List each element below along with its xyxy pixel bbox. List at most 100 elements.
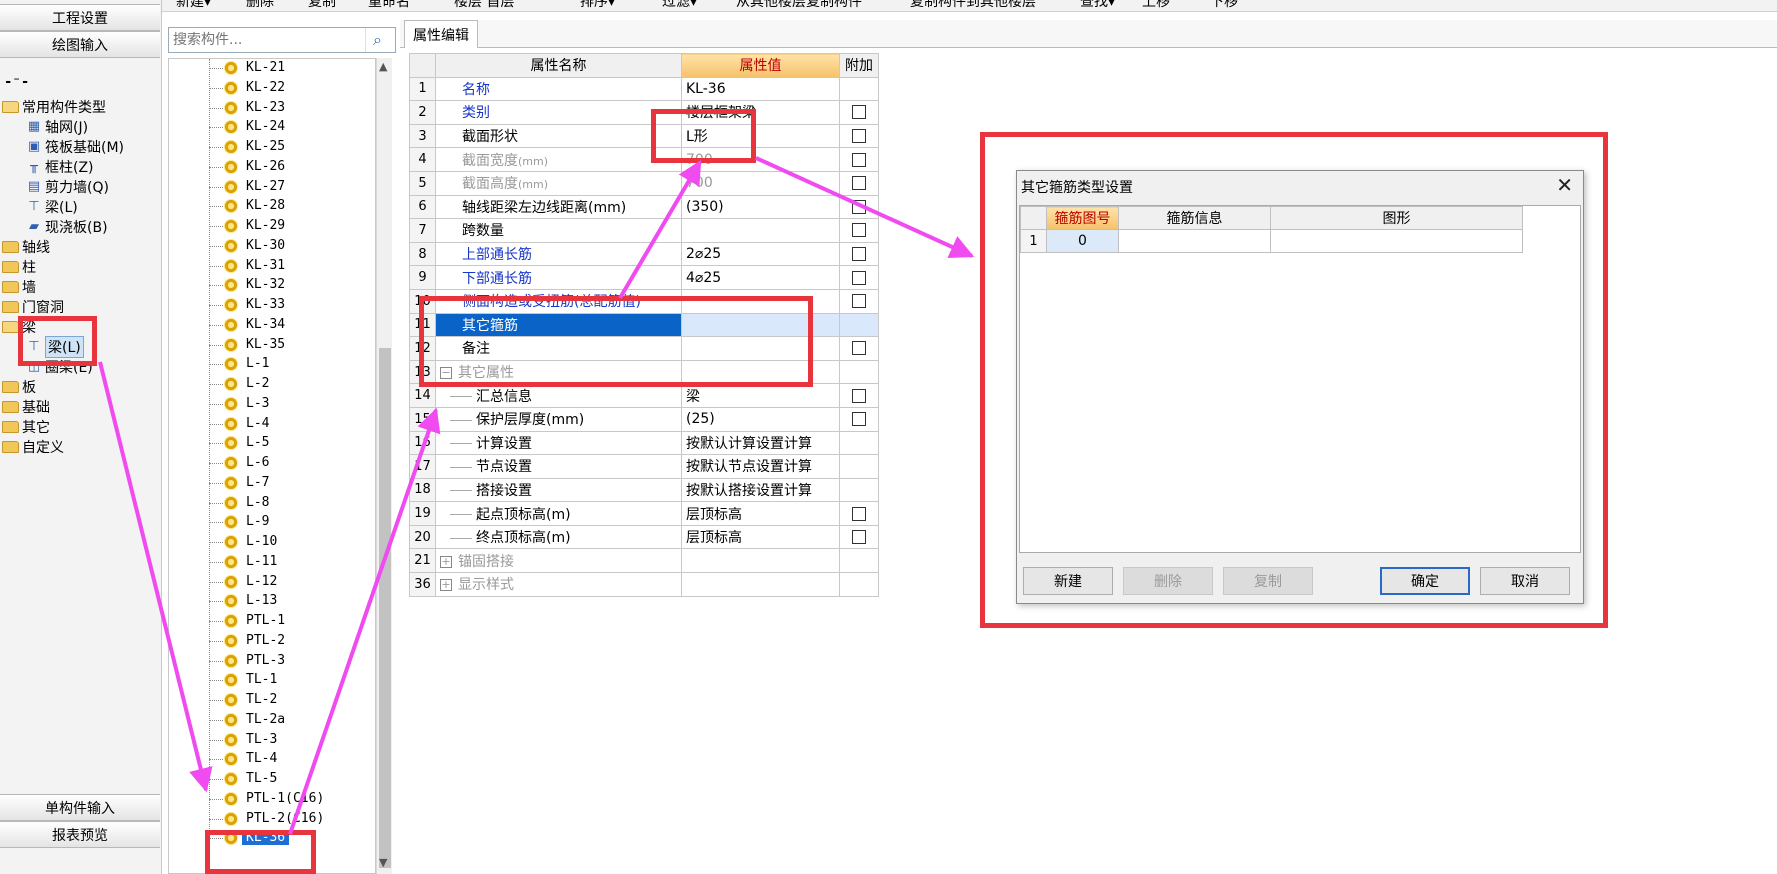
property-row[interactable]: 11 其它箍筋 bbox=[409, 312, 879, 338]
stirrup-row[interactable]: 1 0 bbox=[1020, 229, 1523, 253]
property-value-cell[interactable] bbox=[681, 336, 840, 361]
property-row[interactable]: 21 + 锚固搭接 bbox=[409, 548, 879, 574]
property-name-cell[interactable]: − 其它属性 bbox=[435, 359, 682, 385]
tree-folder[interactable]: 常用构件类型 bbox=[2, 97, 106, 117]
extra-checkbox[interactable] bbox=[852, 176, 866, 191]
component-item[interactable]: KL-33 bbox=[169, 296, 375, 315]
property-value-cell[interactable]: 2⌀25 bbox=[681, 241, 840, 267]
property-row[interactable]: 8 上部通长筋 2⌀25 bbox=[409, 241, 879, 267]
property-row[interactable]: 7 跨数量 bbox=[409, 218, 879, 243]
property-value-cell[interactable]: 按默认节点设置计算 bbox=[681, 454, 840, 479]
search-icon[interactable]: ⌕ bbox=[365, 28, 389, 52]
property-name-cell[interactable]: + 锚固搭接 bbox=[435, 548, 682, 574]
property-value-cell[interactable]: 层顶标高 bbox=[681, 524, 840, 550]
single-component-input-button[interactable]: 单构件输入 bbox=[0, 794, 160, 821]
property-value-cell[interactable]: 700 bbox=[681, 170, 840, 196]
toolbar-item[interactable]: 过滤▾ bbox=[662, 0, 697, 11]
component-item[interactable]: KL-34 bbox=[169, 316, 375, 335]
tab-property-edit[interactable]: 属性编辑 bbox=[404, 20, 478, 48]
component-item[interactable]: TL-3 bbox=[169, 731, 375, 750]
extra-checkbox[interactable] bbox=[852, 199, 866, 214]
component-item[interactable]: L-11 bbox=[169, 553, 375, 572]
report-preview-button[interactable]: 报表预览 bbox=[0, 821, 160, 848]
component-item[interactable]: L-12 bbox=[169, 573, 375, 592]
project-settings-button[interactable]: 工程设置 bbox=[0, 4, 160, 31]
component-item[interactable]: L-10 bbox=[169, 533, 375, 552]
property-name-cell[interactable]: + 显示样式 bbox=[435, 572, 682, 597]
property-name-cell[interactable]: 保护层厚度(mm) bbox=[435, 406, 682, 432]
component-item[interactable]: TL-1 bbox=[169, 671, 375, 690]
component-item[interactable]: KL-32 bbox=[169, 276, 375, 295]
toolbar-item[interactable]: 上移 bbox=[1142, 0, 1170, 11]
property-name-cell[interactable]: 计算设置 bbox=[435, 430, 682, 456]
component-item[interactable]: KL-31 bbox=[169, 257, 375, 276]
property-row[interactable]: 20 终点顶标高(m) 层顶标高 bbox=[409, 524, 879, 550]
property-value-cell[interactable]: L形 bbox=[681, 123, 840, 149]
property-name-cell[interactable]: 上部通长筋 bbox=[435, 241, 682, 267]
property-row[interactable]: 1 名称 KL-36 bbox=[409, 76, 879, 102]
component-item[interactable]: TL-2a bbox=[169, 711, 375, 730]
property-value-cell[interactable] bbox=[681, 288, 840, 314]
component-item[interactable]: L-1 bbox=[169, 355, 375, 374]
component-item[interactable]: PTL-2(C16) bbox=[169, 810, 375, 829]
component-item[interactable]: KL-26 bbox=[169, 158, 375, 177]
property-name-cell[interactable]: 名称 bbox=[435, 76, 682, 102]
component-item[interactable]: L-9 bbox=[169, 513, 375, 532]
component-item[interactable]: TL-2 bbox=[169, 691, 375, 710]
property-value-cell[interactable] bbox=[681, 218, 840, 243]
tree-leaf[interactable]: ⊤ 梁(L) bbox=[26, 197, 77, 217]
component-item[interactable]: TL-4 bbox=[169, 750, 375, 769]
toolbar-item[interactable]: 重命名 bbox=[368, 0, 410, 11]
property-name-cell[interactable]: 类别 bbox=[435, 100, 682, 125]
tree-folder[interactable]: 基础 bbox=[2, 397, 50, 417]
tree-leaf[interactable]: ▤ 剪力墙(Q) bbox=[26, 177, 109, 197]
tree-folder[interactable]: 其它 bbox=[2, 417, 50, 437]
property-row[interactable]: 3 截面形状 L形 bbox=[409, 123, 879, 149]
toolbar-item[interactable]: 楼层 首层 bbox=[454, 0, 514, 11]
tree-leaf[interactable]: ◫ 圈梁(E) bbox=[26, 357, 93, 377]
extra-checkbox[interactable] bbox=[852, 506, 866, 521]
property-row[interactable]: 6 轴线距梁左边线距离(mm) (350) bbox=[409, 194, 879, 220]
extra-checkbox[interactable] bbox=[852, 270, 866, 285]
property-row[interactable]: 12 备注 bbox=[409, 336, 879, 361]
property-value-cell[interactable]: 楼层框架梁 bbox=[681, 100, 840, 125]
property-row[interactable]: 36 + 显示样式 bbox=[409, 572, 879, 597]
property-value-cell[interactable] bbox=[681, 572, 840, 597]
extra-checkbox[interactable] bbox=[852, 294, 866, 309]
tree-leaf[interactable]: ╥ 框柱(Z) bbox=[26, 157, 93, 177]
property-name-cell[interactable]: 汇总信息 bbox=[435, 383, 682, 408]
property-row[interactable]: 5 截面高度(mm) 700 bbox=[409, 170, 879, 196]
property-value-cell[interactable]: 按默认搭接设置计算 bbox=[681, 477, 840, 503]
component-item[interactable]: L-5 bbox=[169, 434, 375, 453]
extra-checkbox[interactable] bbox=[852, 412, 866, 427]
toolbar-item[interactable]: 排序▾ bbox=[580, 0, 615, 11]
property-row[interactable]: 10 侧面构造或受扭筋(总配筋值) bbox=[409, 288, 879, 314]
extra-checkbox[interactable] bbox=[852, 129, 866, 144]
property-row[interactable]: 17 节点设置 按默认节点设置计算 bbox=[409, 454, 879, 479]
extra-checkbox[interactable] bbox=[852, 388, 866, 403]
toolbar-item[interactable]: 从其他楼层复制构件 bbox=[736, 0, 862, 11]
toolbar-item[interactable]: 复制 bbox=[308, 0, 336, 11]
property-name-cell[interactable]: 截面高度(mm) bbox=[435, 170, 682, 196]
tree-leaf[interactable]: ⊤ 梁(L) bbox=[26, 336, 84, 358]
stirrup-shape-cell[interactable] bbox=[1270, 229, 1523, 253]
component-item[interactable]: KL-21 bbox=[169, 59, 375, 78]
property-value-cell[interactable]: (25) bbox=[681, 406, 840, 432]
component-item[interactable]: L-3 bbox=[169, 395, 375, 414]
property-value-cell[interactable]: 700 bbox=[681, 147, 840, 172]
toolbar-item[interactable]: 查找▾ bbox=[1080, 0, 1115, 11]
component-item[interactable]: L-2 bbox=[169, 375, 375, 394]
tree-leaf[interactable]: ▦ 轴网(J) bbox=[26, 117, 88, 137]
component-item[interactable]: PTL-1 bbox=[169, 612, 375, 631]
expand-icon[interactable]: + bbox=[440, 555, 452, 568]
search-input[interactable] bbox=[169, 29, 365, 51]
property-name-cell[interactable]: 轴线距梁左边线距离(mm) bbox=[435, 194, 682, 220]
component-item[interactable]: KL-36 bbox=[169, 829, 375, 848]
property-name-cell[interactable]: 起点顶标高(m) bbox=[435, 501, 682, 526]
tree-folder[interactable]: 自定义 bbox=[2, 437, 64, 457]
property-value-cell[interactable]: 4⌀25 bbox=[681, 265, 840, 290]
tree-leaf[interactable]: ▰ 现浇板(B) bbox=[26, 217, 108, 237]
property-name-cell[interactable]: 备注 bbox=[435, 336, 682, 361]
component-item[interactable]: PTL-2 bbox=[169, 632, 375, 651]
component-item[interactable]: PTL-1(C16) bbox=[169, 790, 375, 809]
